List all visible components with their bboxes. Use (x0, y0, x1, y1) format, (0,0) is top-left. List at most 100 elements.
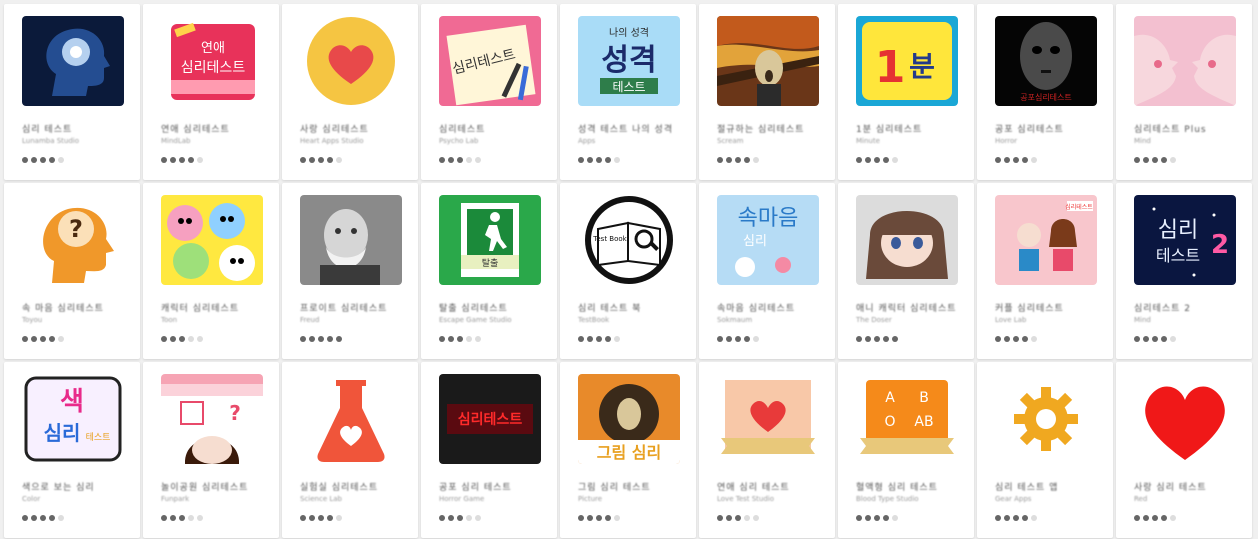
brain-head-icon[interactable] (22, 16, 124, 106)
gear-icon[interactable] (995, 374, 1097, 464)
drawing-scream-icon[interactable]: 그림 심리 (578, 374, 680, 464)
app-card-1[interactable]: 연애 심리테스트 연애 심리테스트 MindLab (143, 4, 279, 180)
app-developer[interactable]: Heart Apps Studio (300, 137, 410, 145)
app-title[interactable]: 색으로 보는 심리 (22, 480, 132, 493)
app-developer[interactable]: Mind (1134, 137, 1244, 145)
test-two-icon[interactable]: 심리 테스트 2 (1134, 195, 1236, 285)
app-developer[interactable]: Minute (856, 137, 966, 145)
app-title[interactable]: 프로이트 심리테스트 (300, 301, 410, 314)
app-title[interactable]: 놀이공원 심리테스트 (161, 480, 271, 493)
app-title[interactable]: 사랑 심리 테스트 (1134, 480, 1244, 493)
app-title[interactable]: 공포 심리 테스트 (439, 480, 549, 493)
heart-circle-icon[interactable] (300, 16, 402, 106)
app-card-0[interactable]: 심리 테스트 Lunamba Studio (4, 4, 140, 180)
heart-ribbon-icon[interactable] (717, 374, 819, 464)
note-pen-icon[interactable]: 심리테스트 (439, 16, 541, 106)
app-title[interactable]: 탈출 심리테스트 (439, 301, 549, 314)
app-card-20[interactable]: 실험실 심리테스트 Science Lab (282, 362, 418, 538)
app-title[interactable]: 실험실 심리테스트 (300, 480, 410, 493)
app-developer[interactable]: TestBook (578, 316, 688, 324)
app-title[interactable]: 절규하는 심리테스트 (717, 122, 827, 135)
app-title[interactable]: 속 마음 심리테스트 (22, 301, 132, 314)
app-title[interactable]: 애니 캐릭터 심리테스트 (856, 301, 966, 314)
app-developer[interactable]: Funpark (161, 495, 271, 503)
app-card-14[interactable]: 속마음 심리 속마음 심리테스트 Sokmaum (699, 183, 835, 359)
app-developer[interactable]: Scream (717, 137, 827, 145)
app-title[interactable]: 심리 테스트 북 (578, 301, 688, 314)
anime-girl-icon[interactable] (856, 195, 958, 285)
app-developer[interactable]: Horror Game (439, 495, 549, 503)
red-heart-icon[interactable] (1134, 374, 1236, 464)
app-developer[interactable]: Toyou (22, 316, 132, 324)
app-developer[interactable]: Freud (300, 316, 410, 324)
app-card-13[interactable]: Test Book 심리 테스트 북 TestBook (560, 183, 696, 359)
girl-shop-icon[interactable]: ? (161, 374, 263, 464)
scream-painting-icon[interactable] (717, 16, 819, 106)
app-title[interactable]: 캐릭터 심리테스트 (161, 301, 271, 314)
app-card-4[interactable]: 나의 성격 성격 테스트 성격 테스트 나의 성격 Apps (560, 4, 696, 180)
app-card-15[interactable]: 애니 캐릭터 심리테스트 The Doser (838, 183, 974, 359)
app-developer[interactable]: Red (1134, 495, 1244, 503)
app-card-7[interactable]: 공포심리테스트 공포 심리테스트 Horror (977, 4, 1113, 180)
app-developer[interactable]: Apps (578, 137, 688, 145)
app-card-2[interactable]: 사랑 심리테스트 Heart Apps Studio (282, 4, 418, 180)
inner-mind-icon[interactable]: 속마음 심리 (717, 195, 819, 285)
app-developer[interactable]: Picture (578, 495, 688, 503)
app-title[interactable]: 그림 심리 테스트 (578, 480, 688, 493)
app-card-23[interactable]: 연애 심리 테스트 Love Test Studio (699, 362, 835, 538)
app-developer[interactable]: Love Test Studio (717, 495, 827, 503)
question-head-icon[interactable]: ? (22, 195, 124, 285)
app-card-26[interactable]: 사랑 심리 테스트 Red (1116, 362, 1252, 538)
app-title[interactable]: 심리 테스트 (22, 122, 132, 135)
cartoon-characters-icon[interactable] (161, 195, 263, 285)
test-book-icon[interactable]: Test Book (578, 195, 680, 285)
love-notebook-icon[interactable]: 연애 심리테스트 (161, 16, 263, 106)
exit-door-icon[interactable]: 탈출 (439, 195, 541, 285)
app-developer[interactable]: Horror (995, 137, 1105, 145)
app-card-12[interactable]: 탈출 탈출 심리테스트 Escape Game Studio (421, 183, 557, 359)
app-card-18[interactable]: 색 심리 테스트 색으로 보는 심리 Color (4, 362, 140, 538)
app-title[interactable]: 혈액형 심리 테스트 (856, 480, 966, 493)
app-title[interactable]: 연애 심리테스트 (161, 122, 271, 135)
heart-flask-icon[interactable] (300, 374, 402, 464)
app-title[interactable]: 심리테스트 2 (1134, 301, 1244, 314)
app-card-19[interactable]: ? 놀이공원 심리테스트 Funpark (143, 362, 279, 538)
kissing-faces-icon[interactable] (1134, 16, 1236, 106)
app-developer[interactable]: Lunamba Studio (22, 137, 132, 145)
app-developer[interactable]: Escape Game Studio (439, 316, 549, 324)
app-card-8[interactable]: 심리테스트 Plus Mind (1116, 4, 1252, 180)
app-card-17[interactable]: 심리 테스트 2 심리테스트 2 Mind (1116, 183, 1252, 359)
app-title[interactable]: 심리 테스트 앱 (995, 480, 1105, 493)
app-title[interactable]: 심리테스트 (439, 122, 549, 135)
app-developer[interactable]: Love Lab (995, 316, 1105, 324)
app-card-11[interactable]: 프로이트 심리테스트 Freud (282, 183, 418, 359)
app-title[interactable]: 커플 심리테스트 (995, 301, 1105, 314)
app-title[interactable]: 1분 심리테스트 (856, 122, 966, 135)
app-card-25[interactable]: 심리 테스트 앱 Gear Apps (977, 362, 1113, 538)
app-developer[interactable]: The Doser (856, 316, 966, 324)
one-minute-icon[interactable]: 1분 (856, 16, 958, 106)
app-card-6[interactable]: 1분 1분 심리테스트 Minute (838, 4, 974, 180)
horror-text-icon[interactable]: 심리테스트 (439, 374, 541, 464)
app-developer[interactable]: Color (22, 495, 132, 503)
color-psychology-icon[interactable]: 색 심리 테스트 (22, 374, 124, 464)
app-developer[interactable]: Psycho Lab (439, 137, 549, 145)
app-developer[interactable]: Science Lab (300, 495, 410, 503)
app-card-16[interactable]: 심리테스트 커플 심리테스트 Love Lab (977, 183, 1113, 359)
app-card-24[interactable]: A B O AB 혈액형 심리 테스트 Blood Type Studio (838, 362, 974, 538)
app-developer[interactable]: Toon (161, 316, 271, 324)
app-title[interactable]: 연애 심리 테스트 (717, 480, 827, 493)
app-title[interactable]: 속마음 심리테스트 (717, 301, 827, 314)
couple-icon[interactable]: 심리테스트 (995, 195, 1097, 285)
app-developer[interactable]: MindLab (161, 137, 271, 145)
app-developer[interactable]: Blood Type Studio (856, 495, 966, 503)
app-developer[interactable]: Mind (1134, 316, 1244, 324)
app-card-9[interactable]: ? 속 마음 심리테스트 Toyou (4, 183, 140, 359)
app-card-21[interactable]: 심리테스트 공포 심리 테스트 Horror Game (421, 362, 557, 538)
app-title[interactable]: 공포 심리테스트 (995, 122, 1105, 135)
app-developer[interactable]: Gear Apps (995, 495, 1105, 503)
app-card-5[interactable]: 절규하는 심리테스트 Scream (699, 4, 835, 180)
app-card-3[interactable]: 심리테스트 심리테스트 Psycho Lab (421, 4, 557, 180)
app-developer[interactable]: Sokmaum (717, 316, 827, 324)
app-title[interactable]: 사랑 심리테스트 (300, 122, 410, 135)
